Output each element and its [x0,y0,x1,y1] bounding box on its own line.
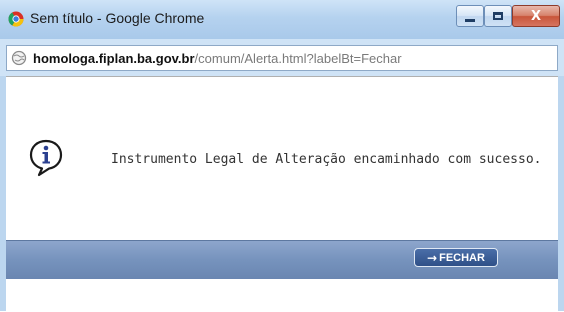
chrome-icon [8,11,24,27]
window-frame-right [558,76,564,311]
url-host: homologa.fiplan.ba.gov.br [33,51,195,66]
info-icon [29,139,63,177]
close-icon: X [530,8,542,24]
url-field[interactable]: homologa.fiplan.ba.gov.br/comum/Alerta.h… [6,45,558,71]
window-title: Sem título - Google Chrome [30,10,205,26]
url-path: /comum/Alerta.html?labelBt=Fechar [194,51,402,66]
footer-bar: → FECHAR [6,240,558,279]
window-titlebar[interactable]: Sem título - Google Chrome X [0,0,564,39]
bottom-blank-area [6,279,558,312]
maximize-icon [493,12,503,20]
alert-content: Instrumento Legal de Alteração encaminha… [6,76,558,312]
alert-message: Instrumento Legal de Alteração encaminha… [111,152,542,167]
fechar-button[interactable]: → FECHAR [414,248,498,267]
fechar-button-label: FECHAR [439,251,485,264]
url-text: homologa.fiplan.ba.gov.br/comum/Alerta.h… [33,51,402,66]
arrow-right-icon: → [427,250,438,265]
address-bar: homologa.fiplan.ba.gov.br/comum/Alerta.h… [0,39,564,76]
minimize-icon [465,18,475,22]
globe-icon [11,50,27,66]
close-button[interactable]: X [512,5,560,27]
minimize-button[interactable] [456,5,484,27]
maximize-button[interactable] [484,5,512,27]
